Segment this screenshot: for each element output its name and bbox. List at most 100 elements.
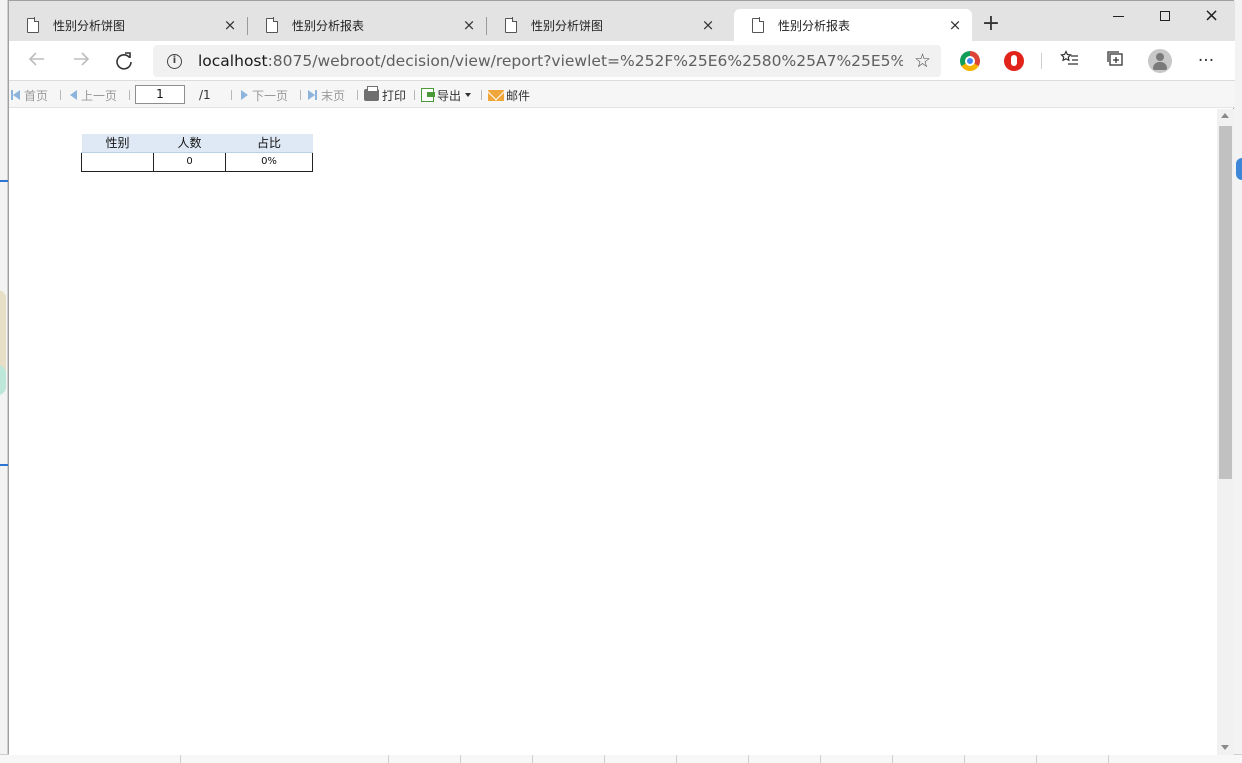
close-icon[interactable]: × xyxy=(223,18,237,33)
email-label: 邮件 xyxy=(506,88,531,103)
background-blob xyxy=(1236,158,1242,180)
page-number-input[interactable]: 1 xyxy=(135,85,185,104)
extension-adblock-icon[interactable] xyxy=(1004,51,1024,71)
maximize-button[interactable] xyxy=(1142,5,1188,27)
minimize-icon xyxy=(1113,16,1124,17)
grid-tick xyxy=(604,755,605,763)
report-content: 性别 人数 占比 0 0% xyxy=(9,109,1217,755)
first-page-icon xyxy=(13,90,20,100)
toolbar-separator xyxy=(60,90,61,100)
tab-title: 性别分析饼图 xyxy=(53,18,126,33)
tab[interactable]: 性别分析饼图 × xyxy=(487,9,725,41)
url-host: localhost xyxy=(198,52,268,70)
close-icon: × xyxy=(1204,5,1220,26)
email-button[interactable]: 邮件 xyxy=(488,87,530,103)
grid-tick xyxy=(388,755,389,763)
report-table: 性别 人数 占比 0 0% xyxy=(81,134,313,172)
background-app-right xyxy=(1234,0,1242,763)
forward-arrow-icon xyxy=(74,52,90,66)
browser-window: 性别分析饼图 × 性别分析报表 × 性别分析饼图 × 性别分析报表 × + × … xyxy=(8,0,1235,755)
favorites-list-icon xyxy=(1060,50,1078,65)
grid-tick xyxy=(1108,755,1109,763)
grid-tick xyxy=(748,755,749,763)
tab-active[interactable]: 性别分析报表 × xyxy=(734,9,972,41)
previous-page-label: 上一页 xyxy=(81,88,118,103)
previous-page-icon xyxy=(70,90,77,100)
document-icon xyxy=(505,17,518,33)
close-icon[interactable]: × xyxy=(948,18,962,33)
tab-title: 性别分析报表 xyxy=(778,18,851,33)
next-page-button[interactable]: 下一页 xyxy=(241,87,288,103)
back-arrow-icon xyxy=(28,52,44,66)
minimize-button[interactable] xyxy=(1096,5,1142,27)
tab[interactable]: 性别分析饼图 × xyxy=(9,9,248,41)
extension-chrome-icon[interactable] xyxy=(960,51,980,71)
next-page-label: 下一页 xyxy=(252,88,289,103)
last-page-button[interactable]: 末页 xyxy=(308,87,345,103)
window-close-button[interactable]: × xyxy=(1188,5,1234,27)
grid-tick xyxy=(460,755,461,763)
background-pie-fragment xyxy=(0,365,6,395)
new-tab-button[interactable]: + xyxy=(981,13,1001,37)
tab-title: 性别分析饼图 xyxy=(531,18,604,33)
background-grid-bottom xyxy=(0,754,1242,763)
collections-icon[interactable] xyxy=(1103,49,1127,73)
collections-icon-glyph xyxy=(1107,51,1123,66)
navigation-bar: i localhost:8075/webroot/decision/view/r… xyxy=(9,41,1235,81)
scrollbar-thumb[interactable] xyxy=(1219,126,1232,479)
chevron-down-icon xyxy=(465,93,472,97)
grid-tick xyxy=(532,755,533,763)
vertical-scrollbar[interactable] xyxy=(1217,109,1234,755)
toolbar-separator xyxy=(1041,53,1042,69)
url-text[interactable]: localhost:8075/webroot/decision/view/rep… xyxy=(198,52,903,70)
tab-title: 性别分析报表 xyxy=(292,18,365,33)
tab-strip: 性别分析饼图 × 性别分析报表 × 性别分析饼图 × 性别分析报表 × + × xyxy=(9,1,1235,41)
scroll-down-arrow-icon[interactable] xyxy=(1221,745,1229,750)
export-button[interactable]: 导出 xyxy=(421,87,472,103)
toolbar-separator xyxy=(481,90,482,100)
cell-gender xyxy=(81,151,154,172)
background-app-left xyxy=(0,0,8,763)
close-icon[interactable]: × xyxy=(701,18,715,33)
first-page-label: 首页 xyxy=(24,88,49,103)
info-icon[interactable]: i xyxy=(167,53,182,69)
previous-page-button[interactable]: 上一页 xyxy=(70,87,117,103)
print-button[interactable]: 打印 xyxy=(364,86,406,103)
back-button[interactable] xyxy=(25,49,49,73)
next-page-icon xyxy=(241,90,248,100)
forward-button[interactable] xyxy=(69,49,93,73)
toolbar-separator xyxy=(357,90,358,100)
close-icon[interactable]: × xyxy=(462,18,476,33)
grid-tick xyxy=(820,755,821,763)
last-page-label: 末页 xyxy=(321,88,346,103)
report-toolbar: 首页 上一页 1 /1 下一页 末页 打印 导出 邮件 xyxy=(9,81,1235,108)
document-icon xyxy=(27,17,40,33)
column-header-count: 人数 xyxy=(153,134,226,153)
scroll-up-arrow-icon[interactable] xyxy=(1221,113,1229,118)
refresh-icon xyxy=(116,52,132,70)
tab[interactable]: 性别分析报表 × xyxy=(248,9,487,41)
maximize-icon xyxy=(1160,11,1170,21)
last-page-icon xyxy=(315,90,317,100)
cell-count: 0 xyxy=(153,151,226,172)
mail-icon xyxy=(488,89,504,101)
more-menu-icon[interactable]: ··· xyxy=(1194,49,1218,73)
refresh-button[interactable] xyxy=(112,49,136,73)
first-page-button[interactable]: 首页 xyxy=(11,87,48,103)
favorites-icon[interactable] xyxy=(1058,49,1082,73)
url-rest: :8075/webroot/decision/view/report?viewl… xyxy=(267,52,903,70)
document-icon xyxy=(752,17,765,33)
favorite-star-icon[interactable]: ☆ xyxy=(914,50,931,72)
document-icon xyxy=(266,17,279,33)
page-total: /1 xyxy=(199,88,211,102)
address-bar[interactable]: i localhost:8075/webroot/decision/view/r… xyxy=(153,45,941,77)
column-header-ratio: 占比 xyxy=(225,134,313,153)
table-header-row: 性别 人数 占比 xyxy=(81,134,313,153)
grid-tick xyxy=(964,755,965,763)
background-line xyxy=(0,180,8,182)
cell-ratio: 0% xyxy=(225,151,313,172)
export-label: 导出 xyxy=(437,88,462,103)
toolbar-separator xyxy=(414,90,415,100)
grid-tick xyxy=(892,755,893,763)
profile-avatar[interactable] xyxy=(1148,49,1172,73)
